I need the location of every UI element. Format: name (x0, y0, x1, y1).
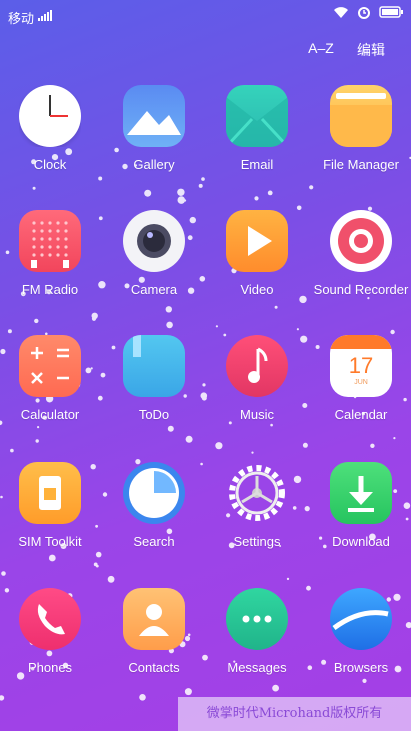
folder-icon (330, 85, 392, 147)
edit-button[interactable]: 编辑 (356, 40, 386, 60)
app-label: Camera (130, 282, 178, 297)
app-label: Video (240, 282, 274, 297)
sort-az-button[interactable]: A–Z (306, 40, 336, 56)
browser-icon (330, 588, 392, 650)
search-icon (123, 462, 185, 524)
email-icon (226, 85, 288, 147)
app-gallery[interactable]: Gallery (104, 85, 204, 195)
sim-icon (19, 462, 81, 524)
clock-icon (19, 85, 81, 147)
app-phones[interactable]: Phones (0, 588, 100, 698)
app-label: Sound Recorder (313, 282, 409, 297)
app-browsers[interactable]: Browsers (311, 588, 411, 698)
calculator-icon (19, 335, 81, 397)
app-contacts[interactable]: Contacts (104, 588, 204, 698)
calendar-icon: 17 JUN (330, 335, 392, 397)
download-icon (330, 462, 392, 524)
wifi-icon (334, 7, 348, 18)
app-label: Email (240, 157, 274, 172)
app-music[interactable]: Music (207, 335, 307, 445)
app-todo[interactable]: ToDo (104, 335, 204, 445)
app-label: Download (332, 534, 390, 549)
calendar-day: 17 (348, 353, 374, 378)
play-icon (226, 210, 288, 272)
app-file-manager[interactable]: File Manager (311, 85, 411, 195)
app-download[interactable]: Download (311, 462, 411, 572)
app-label: Gallery (133, 157, 175, 172)
app-label: Browsers (333, 660, 389, 675)
app-label: Contacts (128, 660, 180, 675)
radio-icon (19, 210, 81, 272)
app-video[interactable]: Video (207, 210, 307, 320)
calendar-month: JUN (354, 379, 368, 386)
alarm-icon (358, 7, 370, 19)
carrier-label: 移动 (8, 11, 35, 26)
messages-icon (226, 588, 288, 650)
app-label: ToDo (138, 407, 170, 422)
app-label: Music (240, 407, 274, 422)
gallery-icon (123, 85, 185, 147)
battery-icon (379, 6, 403, 18)
app-messages[interactable]: Messages (207, 588, 307, 698)
signal-icon (38, 10, 52, 21)
app-calendar[interactable]: 17 JUN Calendar (311, 335, 411, 445)
camera-icon (123, 210, 185, 272)
app-settings[interactable]: Settings (207, 462, 307, 572)
status-bar: 移动 (0, 0, 411, 30)
phone-icon (19, 588, 81, 650)
app-sim-toolkit[interactable]: SIM Toolkit (0, 462, 100, 572)
contacts-icon (123, 588, 185, 650)
app-camera[interactable]: Camera (104, 210, 204, 320)
app-sound-recorder[interactable]: Sound Recorder (311, 210, 411, 320)
app-label: Settings (233, 534, 281, 549)
app-calculator[interactable]: Calculator (0, 335, 100, 445)
app-label: Messages (227, 660, 287, 675)
app-label: Search (133, 534, 175, 549)
music-icon (226, 335, 288, 397)
app-clock[interactable]: Clock (0, 85, 100, 195)
app-email[interactable]: Email (207, 85, 307, 195)
gear-icon (226, 462, 288, 524)
app-search[interactable]: Search (104, 462, 204, 572)
record-icon (330, 210, 392, 272)
app-label: Calendar (334, 407, 388, 422)
app-fm-radio[interactable]: FM Radio (0, 210, 100, 320)
app-label: File Manager (323, 157, 399, 172)
todo-icon (123, 335, 185, 397)
watermark: 微掌时代Microhand版权所有 (178, 697, 411, 731)
